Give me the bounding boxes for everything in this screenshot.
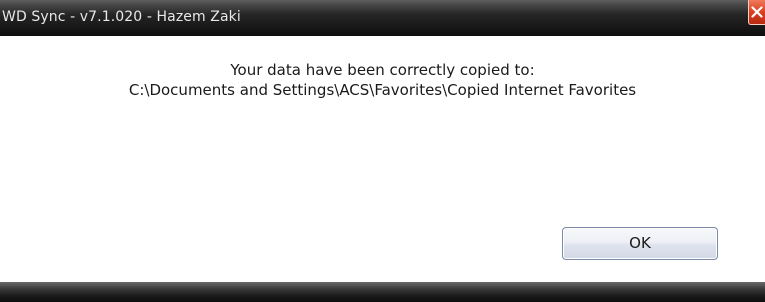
close-button[interactable] (748, 0, 765, 25)
title-bar[interactable]: WD Sync - v7.1.020 - Hazem Zaki (0, 0, 765, 36)
ok-button[interactable]: OK (562, 227, 718, 260)
message-line-2: C:\Documents and Settings\ACS\Favorites\… (128, 81, 637, 99)
message-line-1: Your data have been correctly copied to: (230, 61, 535, 79)
close-icon (751, 6, 763, 18)
message-text: Your data have been correctly copied to:… (0, 60, 765, 100)
dialog-window: WD Sync - v7.1.020 - Hazem Zaki Your dat… (0, 0, 765, 302)
window-title: WD Sync - v7.1.020 - Hazem Zaki (2, 9, 241, 25)
dialog-content: Your data have been correctly copied to:… (0, 36, 765, 282)
bottom-bar (0, 282, 765, 302)
